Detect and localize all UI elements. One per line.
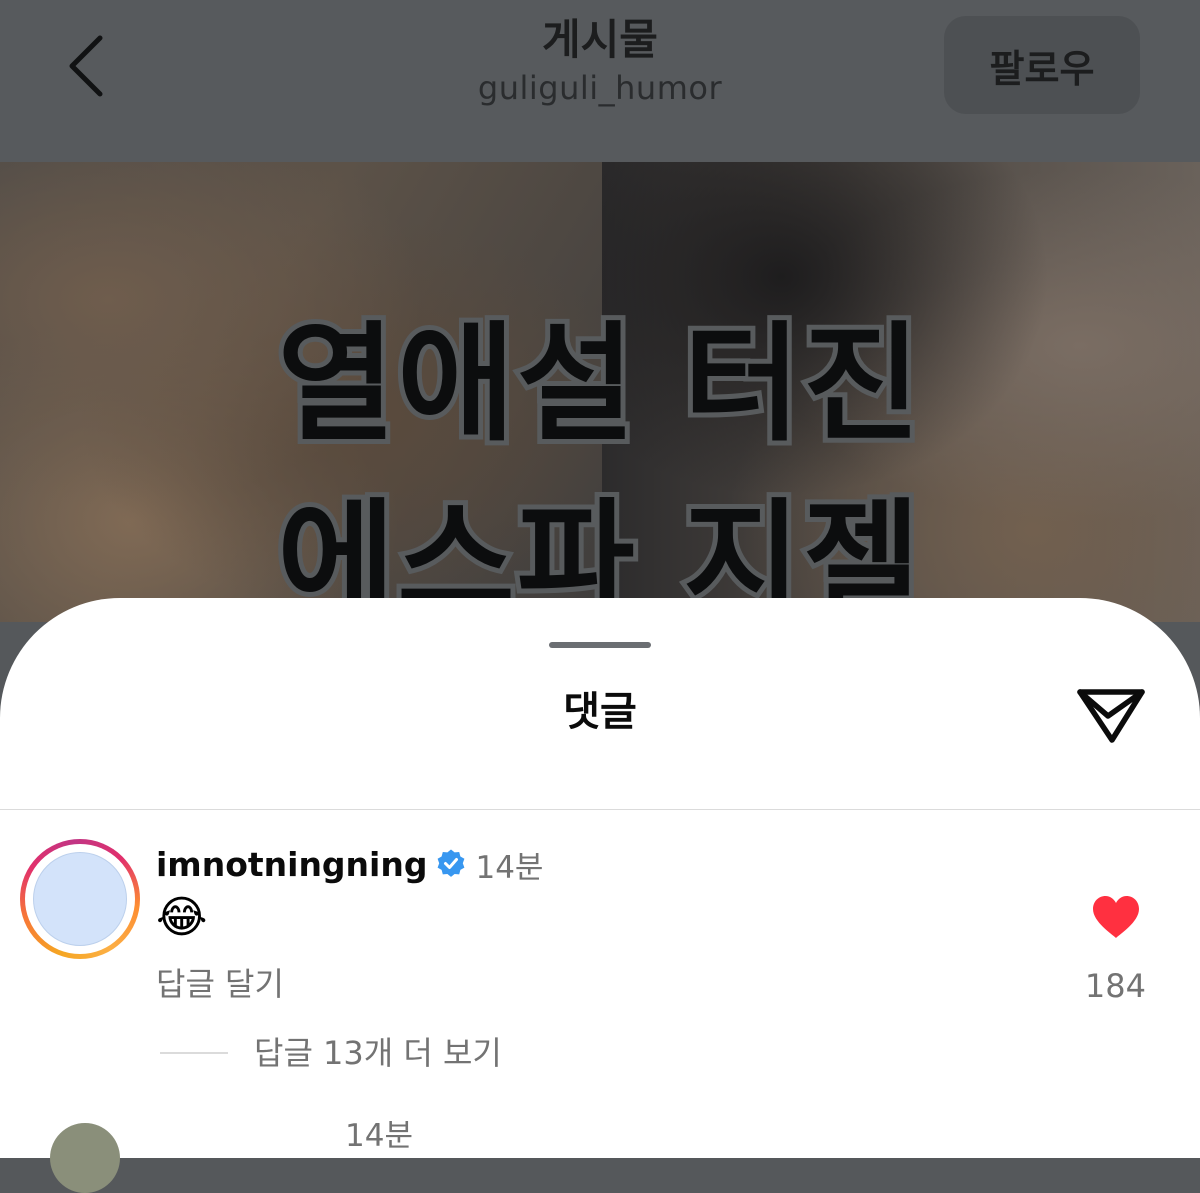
avatar[interactable]: [50, 1123, 120, 1193]
back-icon[interactable]: [60, 32, 116, 100]
comments-sheet: 댓글 imnotningning 14분 😂 답글 달기 184 답글 13개 …: [0, 598, 1200, 1193]
like-count: 184: [1084, 967, 1146, 1005]
story-ring[interactable]: [20, 839, 140, 959]
sheet-drag-handle[interactable]: [549, 642, 651, 648]
avatar: [33, 852, 127, 946]
view-more-replies-button[interactable]: 답글 13개 더 보기: [254, 1029, 502, 1077]
comments-title: 댓글: [563, 689, 637, 735]
paper-plane-icon[interactable]: [1074, 682, 1148, 748]
verified-badge-icon: [438, 849, 465, 877]
comment-time: 14분: [345, 1118, 413, 1154]
heart-icon[interactable]: [1090, 894, 1142, 940]
sheet-divider: [0, 809, 1200, 810]
replies-divider-line: [160, 1052, 228, 1054]
post-header: 게시물 guliguli_humor 팔로우: [0, 0, 1200, 162]
post-headline-line1: 열애설 터진: [272, 305, 925, 464]
reply-button[interactable]: 답글 달기: [156, 960, 284, 1008]
follow-button[interactable]: 팔로우: [944, 16, 1140, 114]
comment-username[interactable]: imnotningning: [156, 845, 427, 884]
post-image: 열애설 터진 에스파 지젤: [0, 162, 1200, 622]
comment-text: 😂: [156, 892, 208, 943]
post-author-username[interactable]: guliguli_humor: [350, 66, 850, 110]
comment-time: 14분: [475, 849, 544, 886]
header-title-group: 게시물 guliguli_humor: [350, 14, 850, 110]
comment-header: imnotningning 14분: [156, 838, 543, 890]
page-title: 게시물: [542, 15, 658, 64]
